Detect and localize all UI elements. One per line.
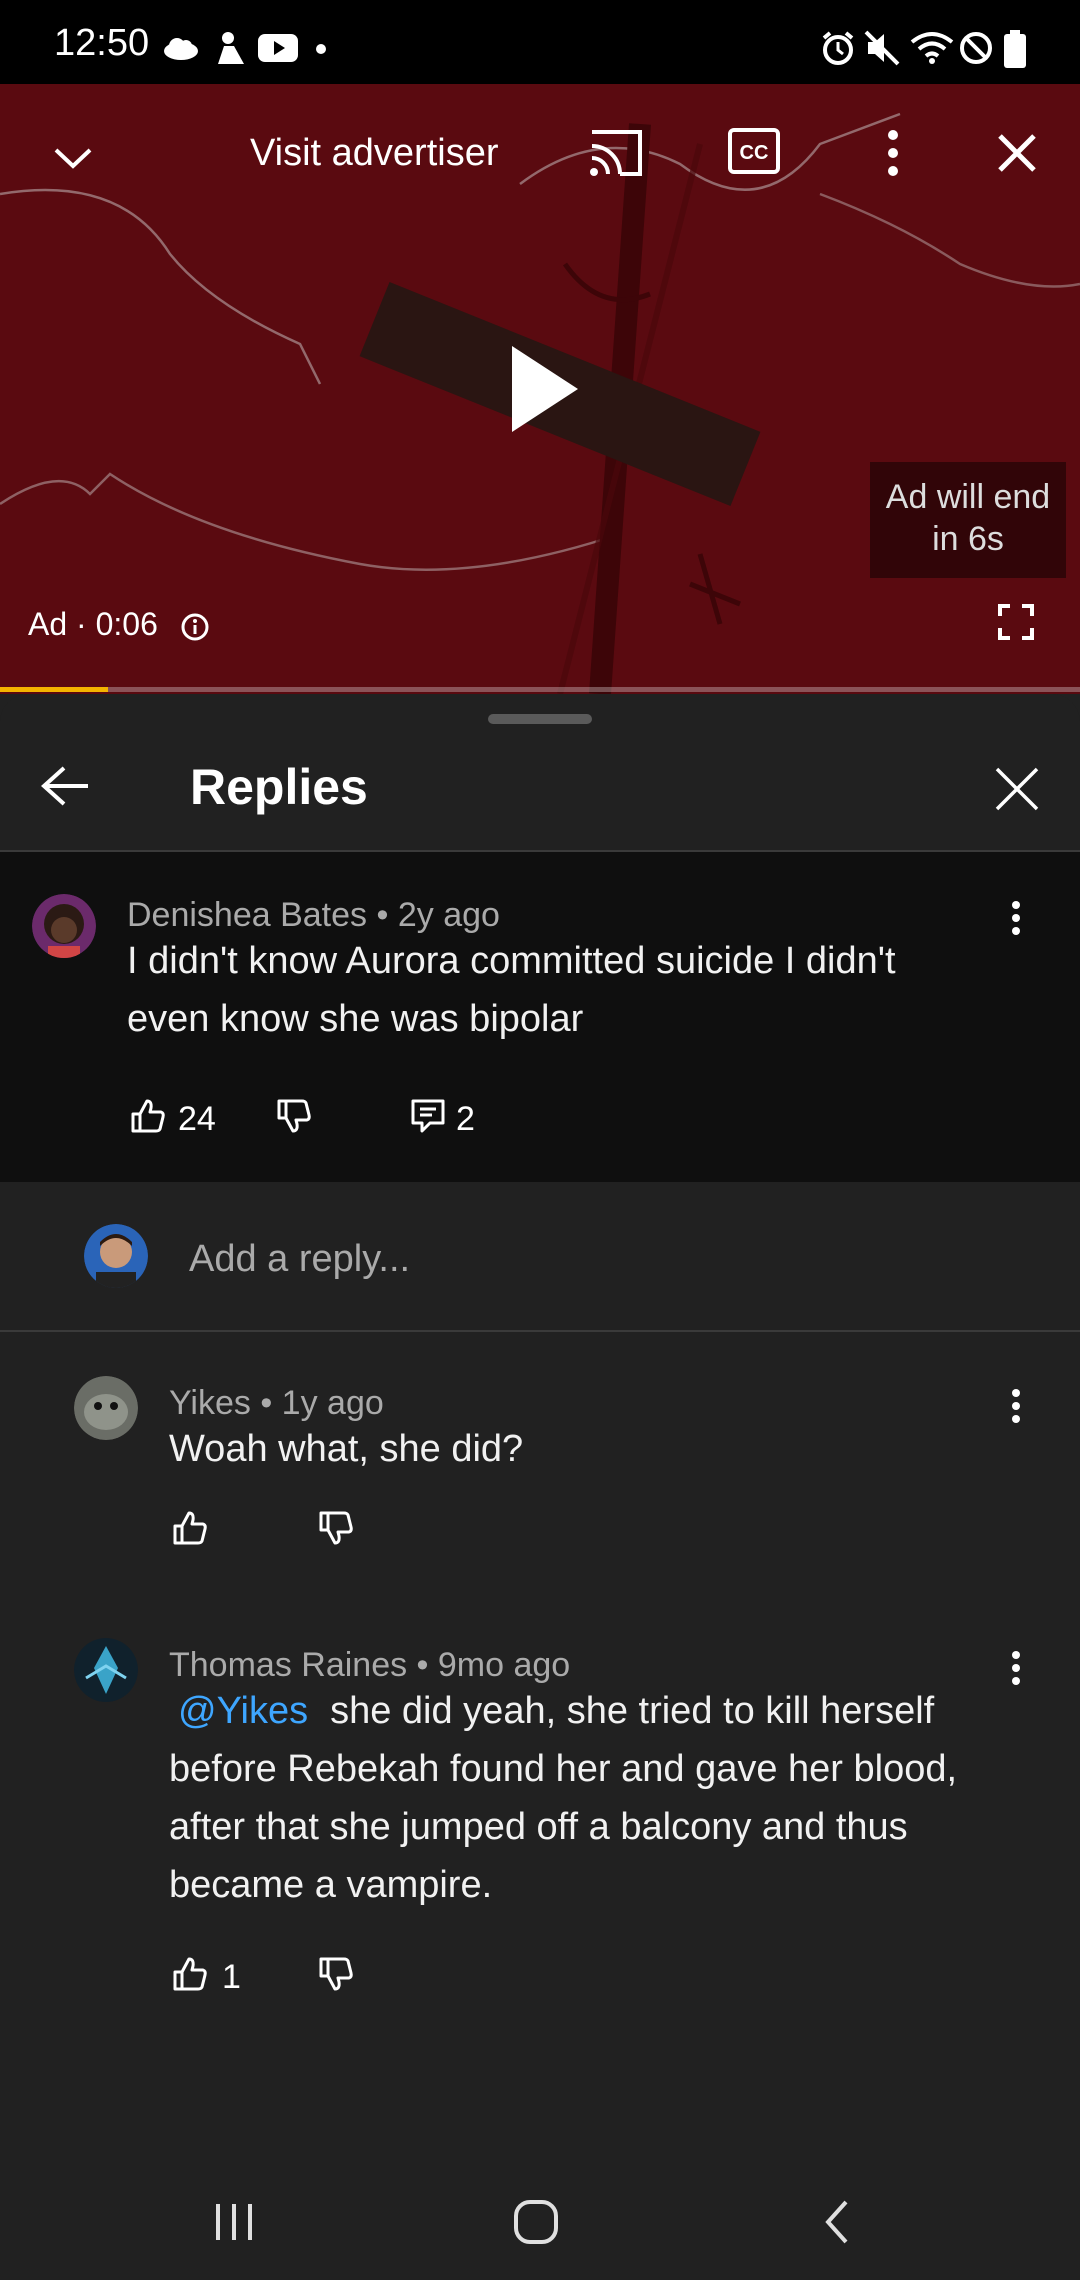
close-panel-icon[interactable] — [994, 766, 1040, 812]
comment-text-line: even know she was bipolar — [127, 998, 584, 1040]
video-player[interactable]: Visit advertiser CC Ad will end in 6s Ad… — [0, 84, 1080, 694]
visit-advertiser-link[interactable]: Visit advertiser — [250, 132, 499, 175]
blocked-icon — [960, 32, 992, 64]
comment-text: I didn't know Aurora committed suicide I… — [127, 932, 1027, 1048]
like-icon[interactable] — [172, 1956, 208, 1992]
ad-time-label: Ad · 0:06 — [28, 606, 158, 642]
ad-end-line1: Ad will end — [885, 478, 1051, 516]
comment-text-line: after that she jumped off a balcony and … — [169, 1806, 908, 1848]
alarm-icon — [822, 31, 854, 65]
captions-icon[interactable]: CC — [728, 128, 780, 174]
info-icon[interactable] — [180, 612, 210, 642]
comment-more-icon[interactable] — [1006, 1388, 1026, 1428]
close-icon[interactable] — [996, 132, 1038, 174]
like-icon[interactable] — [172, 1510, 208, 1546]
fullscreen-icon[interactable] — [998, 604, 1034, 640]
mute-icon — [864, 30, 900, 66]
progress-track — [0, 687, 1080, 692]
reply-item: Thomas Raines • 9mo ago @Yikes she did ye… — [0, 1598, 1080, 1998]
more-options-icon[interactable] — [878, 128, 908, 178]
comment-meta: Thomas Raines • 9mo ago — [169, 1646, 571, 1684]
replies-title: Replies — [190, 759, 368, 815]
status-time: 12:50 — [54, 22, 150, 64]
comment-text-line: became a vampire. — [169, 1864, 493, 1906]
reply-item: Yikes • 1y ago Woah what, she did? — [0, 1332, 1080, 1598]
comment-text-line: before Rebekah found her and gave her bl… — [169, 1748, 958, 1790]
home-icon[interactable] — [512, 2198, 560, 2246]
reply-count: 2 — [456, 1100, 475, 1138]
chevron-down-icon[interactable] — [52, 138, 94, 180]
avatar[interactable] — [74, 1376, 138, 1440]
replies-panel: Replies Denishea Bates • 2y ago I didn't… — [0, 694, 1080, 2280]
battery-icon — [1004, 30, 1026, 68]
wifi-icon — [910, 32, 954, 64]
progress-fill — [0, 687, 108, 692]
youtube-icon — [258, 34, 298, 62]
comment-text-line: I didn't know Aurora committed suicide I… — [127, 940, 896, 982]
like-count: 24 — [178, 1100, 216, 1138]
back-icon[interactable] — [818, 2198, 858, 2246]
comment-meta: Yikes • 1y ago — [169, 1384, 384, 1422]
cloud-icon — [164, 38, 198, 60]
play-icon[interactable] — [508, 342, 582, 436]
avatar[interactable] — [32, 894, 96, 958]
avatar — [84, 1224, 148, 1288]
drag-handle[interactable] — [488, 714, 592, 724]
parent-comment: Denishea Bates • 2y ago I didn't know Au… — [0, 852, 1080, 1182]
like-icon[interactable] — [130, 1098, 166, 1134]
svg-text:CC: CC — [740, 142, 769, 164]
like-count: 1 — [222, 1958, 241, 1996]
comment-text: @Yikes she did yeah, she tried to kill he… — [169, 1682, 1049, 1914]
cast-icon[interactable] — [588, 128, 644, 178]
avatar[interactable] — [74, 1638, 138, 1702]
recent-apps-icon[interactable] — [212, 2200, 256, 2244]
notification-icon — [218, 32, 244, 64]
status-bar: 12:50 — [0, 0, 1080, 84]
add-reply-row[interactable]: Add a reply... — [0, 1182, 1080, 1330]
dislike-icon[interactable] — [318, 1956, 354, 1992]
add-reply-input[interactable]: Add a reply... — [189, 1238, 410, 1281]
comment-meta: Denishea Bates • 2y ago — [127, 896, 500, 934]
reply-icon[interactable] — [410, 1098, 446, 1134]
ad-end-line2: in 6s — [932, 520, 1004, 558]
comment-text: Woah what, she did? — [169, 1428, 524, 1470]
ad-end-countdown: Ad will end in 6s — [870, 462, 1066, 578]
navigation-bar — [0, 2170, 1080, 2280]
back-arrow-icon[interactable] — [40, 764, 90, 808]
mention-link[interactable]: @Yikes — [178, 1690, 308, 1732]
dot-icon — [316, 44, 326, 54]
dislike-icon[interactable] — [276, 1098, 312, 1134]
dislike-icon[interactable] — [318, 1510, 354, 1546]
comment-text-line: she did yeah, she tried to kill herself — [330, 1690, 935, 1732]
